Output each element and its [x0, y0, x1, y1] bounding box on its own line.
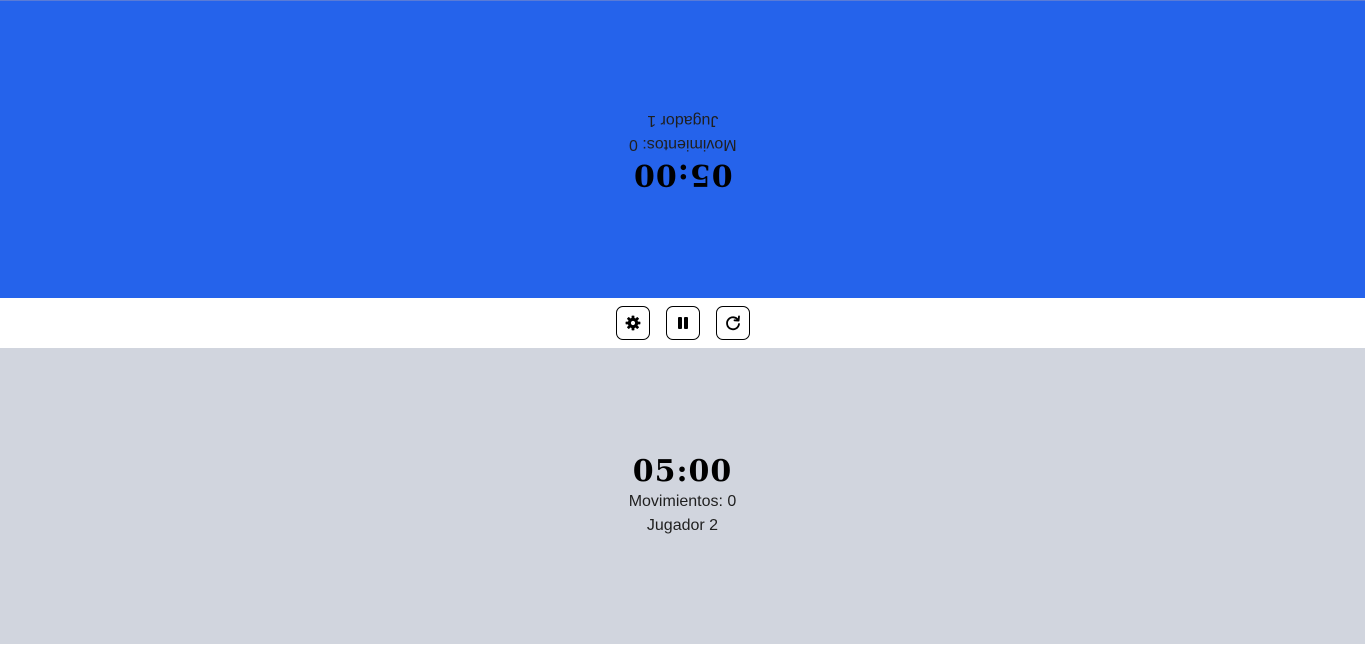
reset-icon: [724, 314, 742, 332]
player-1-name: Jugador 1: [646, 111, 719, 129]
pause-icon: [676, 316, 690, 330]
gear-icon: [625, 315, 641, 331]
player-1-clock-panel[interactable]: 05:00 Movimientos: 0 Jugador 1: [0, 0, 1365, 298]
control-bar: [0, 298, 1365, 348]
reset-button[interactable]: [715, 306, 750, 340]
player-1-clock-info: 05:00 Movimientos: 0 Jugador 1: [628, 109, 737, 192]
player-2-clock-info: 05:00 Movimientos: 0 Jugador 2: [629, 455, 737, 537]
player-2-time: 05:00: [632, 454, 733, 489]
pause-button[interactable]: [665, 306, 700, 340]
player-1-time: 05:00: [632, 156, 733, 192]
settings-button[interactable]: [615, 306, 650, 340]
player-1-moves: Movimientos: 0: [628, 135, 737, 153]
player-2-clock-panel[interactable]: 05:00 Movimientos: 0 Jugador 2: [0, 348, 1365, 644]
player-2-name: Jugador 2: [646, 517, 719, 534]
chess-clock-app: 05:00 Movimientos: 0 Jugador 1 05:00 Mov…: [0, 0, 1365, 645]
player-2-moves: Movimientos: 0: [628, 493, 737, 510]
